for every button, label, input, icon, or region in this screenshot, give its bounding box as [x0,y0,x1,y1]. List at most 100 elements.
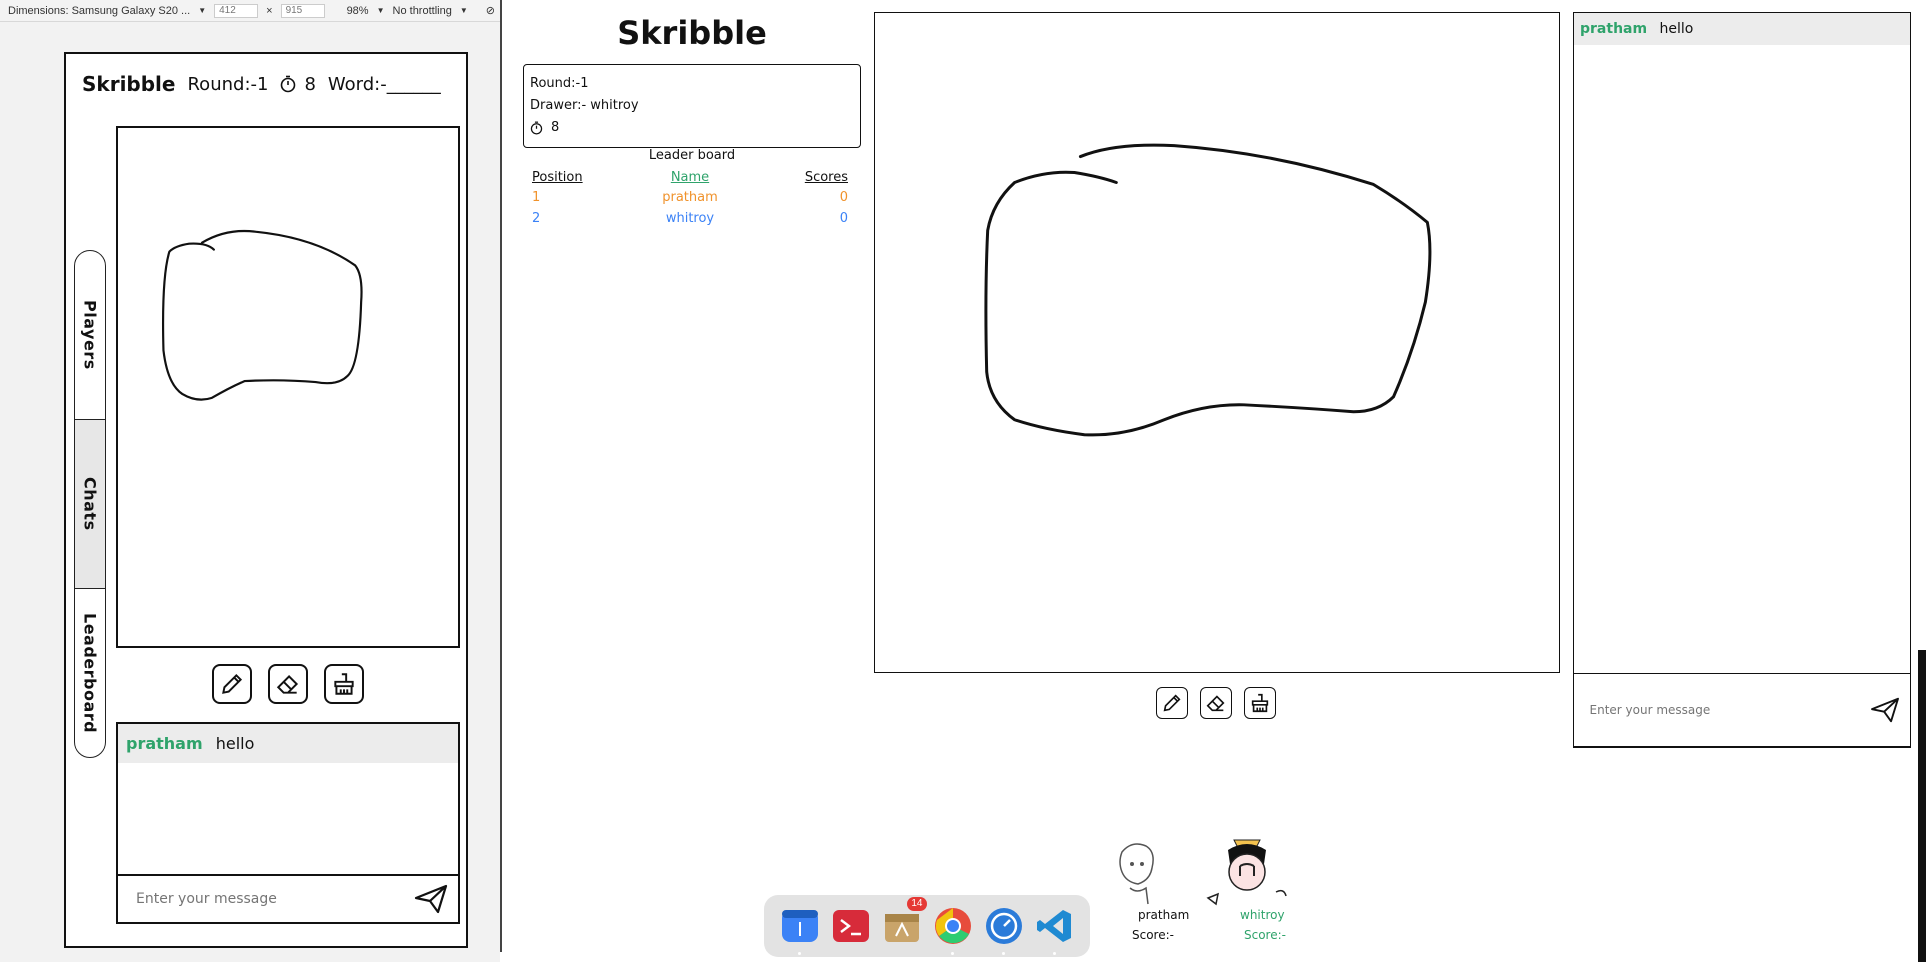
eraser-button[interactable] [1200,687,1232,719]
header-scores: Scores [804,170,848,185]
leaderboard-title: Leader board [648,148,736,163]
player-score: Score:- [1132,928,1174,942]
row-score: 0 [839,211,848,226]
mobile-drawing-canvas[interactable] [116,126,460,648]
chat-text: hello [1659,21,1694,37]
dock-item[interactable]: 14 [879,897,927,949]
timer: 8 [280,73,316,95]
player-score: Score:- [1244,928,1286,942]
row-position: 1 [532,190,541,205]
round-label: Round:-1 [530,76,589,91]
chevron-down-icon: ▼ [198,6,207,15]
player-name: pratham [1138,908,1190,922]
chat-message: pratham hello [1574,13,1910,45]
players-strip: pratham Score:- whitroy Score:- [1102,838,1342,952]
tab-players[interactable]: Players [75,251,105,420]
chrome-icon [934,908,971,944]
mobile-viewport: Skribble Round:-1 8 Word:-______ Players… [64,52,468,948]
dock-item[interactable] [1032,903,1078,955]
drawer-label: Drawer:- whitroy [530,98,639,113]
row-score: 0 [839,190,848,205]
chat-panel: pratham hello [1572,12,1911,748]
chat-input[interactable] [1589,703,1870,717]
table-row: 1 pratham 0 [532,187,848,208]
mobile-app-title: Skribble [82,72,176,96]
app-title: Skribble [617,14,767,52]
word-hint: Word:-______ [327,73,441,95]
vscode-icon [1036,910,1071,942]
timer-value: 8 [304,73,316,95]
running-indicator [798,952,801,955]
drawing-stroke [161,229,363,401]
pencil-icon [1163,694,1181,712]
row-name: pratham [662,190,718,205]
player-name: whitroy [1240,908,1285,922]
chevron-down-icon: ▼ [459,6,468,15]
throttle-select[interactable]: No throttling [393,5,452,17]
chat-text: hello [215,734,255,753]
round-label: Round:-1 [187,73,269,95]
eraser-icon [1206,695,1225,712]
width-input[interactable]: 412 [214,3,259,18]
tab-label: Leaderboard [80,613,100,734]
zoom-select[interactable]: 98% [347,5,369,17]
chevron-down-icon: ▼ [376,6,385,15]
clear-canvas-button[interactable] [1244,687,1276,719]
drawing-canvas[interactable] [874,12,1560,673]
dock-item[interactable] [930,903,976,955]
rotate-icon[interactable]: ⊘ [486,4,495,17]
table-row: 2 whitroy 0 [532,208,848,229]
archive-icon [884,914,919,942]
height-input[interactable]: 915 [280,3,325,18]
mobile-chat-panel: pratham hello [116,722,460,924]
pencil-button[interactable] [1156,687,1188,719]
times-sign: × [266,4,273,17]
mobile-chat-input[interactable] [136,891,414,907]
tab-leaderboard[interactable]: Leaderboard [75,589,105,757]
drawing-stroke [984,143,1432,437]
dock-item[interactable] [777,903,823,955]
chat-message: pratham hello [118,724,458,763]
pen-tablet-icon [781,910,818,942]
timer: 8 [530,117,854,139]
broom-icon [334,673,354,695]
stopwatch-icon [281,75,296,93]
pencil-icon [222,673,243,694]
send-icon[interactable] [414,884,448,914]
device-select[interactable]: Dimensions: Samsung Galaxy S20 ... [8,5,190,17]
eraser-icon [276,675,299,694]
row-position: 2 [532,211,541,226]
row-name: whitroy [665,211,715,226]
chat-username: pratham [1580,21,1648,37]
header-position: Position [532,170,583,185]
player-avatar-crowned [1206,839,1287,906]
send-icon[interactable] [1870,697,1900,723]
clear-canvas-button[interactable] [324,664,364,704]
notification-badge: 14 [907,897,927,911]
mobile-header: Skribble Round:-1 8 Word:-______ [82,72,441,96]
devtools-device-toolbar: Dimensions: Samsung Galaxy S20 ... ▼ 412… [0,0,500,22]
eraser-button[interactable] [268,664,308,704]
tab-label: Chats [80,477,100,531]
running-indicator [951,952,954,955]
broom-icon [1251,693,1269,713]
running-indicator [1002,952,1005,955]
running-indicator [1053,952,1056,955]
dock-item[interactable] [828,903,874,949]
timer-app-icon [985,908,1022,944]
stopwatch-icon [530,121,543,135]
taskbar-dock: 14 [764,895,1090,957]
header-name: Name [670,170,710,185]
mobile-tab-rail: Players Chats Leaderboard [74,250,106,758]
tab-chats[interactable]: Chats [75,420,105,589]
pencil-button[interactable] [212,664,252,704]
window-edge [1918,650,1926,962]
tab-label: Players [80,300,100,370]
desktop-viewport: Skribble Round:-1 Drawer:- whitroy 8 Lea… [500,0,1926,952]
timer-value: 8 [551,120,560,135]
terminal-icon [832,910,869,942]
mobile-chat-input-bar [116,874,460,924]
chat-input-bar [1572,672,1911,748]
dock-item[interactable] [981,903,1027,955]
game-info-box: Round:-1 Drawer:- whitroy 8 [523,64,861,148]
